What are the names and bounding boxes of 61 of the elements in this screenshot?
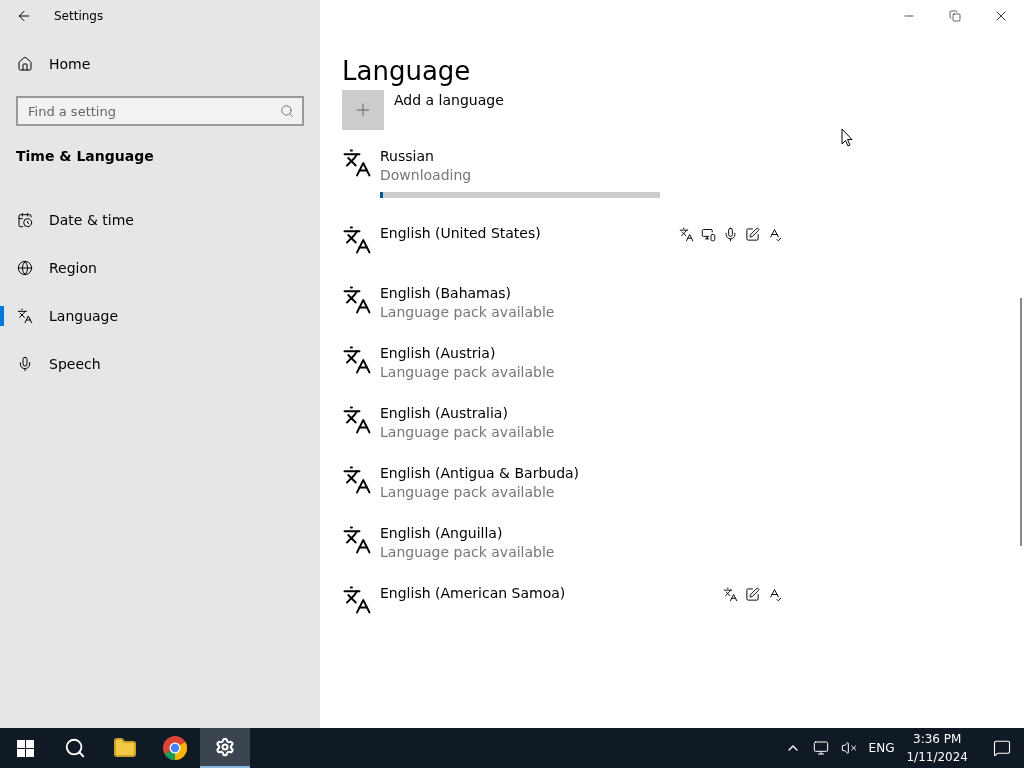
page-title: Language bbox=[342, 56, 472, 86]
back-button[interactable] bbox=[16, 8, 32, 24]
search-icon bbox=[64, 737, 86, 759]
language-icon bbox=[342, 405, 372, 435]
language-status: Language pack available bbox=[380, 424, 556, 440]
calendar-icon bbox=[17, 212, 33, 228]
language-name[interactable]: English (American Samoa) bbox=[380, 585, 715, 601]
sidebar-item[interactable]: Language bbox=[0, 292, 320, 340]
folder-icon bbox=[113, 736, 137, 760]
section-title: Time & Language bbox=[15, 147, 155, 166]
language-icon bbox=[17, 308, 33, 324]
search-field[interactable]: Find a setting bbox=[16, 96, 304, 126]
spell-check-icon bbox=[767, 227, 782, 242]
windows-logo-icon bbox=[16, 739, 34, 757]
language-status: Downloading bbox=[380, 167, 473, 183]
scrollbar[interactable] bbox=[1020, 298, 1022, 546]
sidebar-item[interactable]: Date & time bbox=[0, 196, 320, 244]
language-name[interactable]: English (United States) bbox=[380, 225, 671, 241]
browser-icon bbox=[163, 736, 187, 760]
message-icon bbox=[993, 739, 1011, 757]
home-icon bbox=[17, 56, 33, 72]
language-icon bbox=[342, 465, 372, 495]
language-name[interactable]: English (Anguilla) bbox=[380, 525, 782, 541]
pen-icon bbox=[745, 587, 760, 602]
window-title: Settings bbox=[54, 9, 104, 23]
sidebar-item[interactable]: Region bbox=[0, 244, 320, 292]
language-name[interactable]: English (Austria) bbox=[380, 345, 782, 361]
add-language-label[interactable]: Add a language bbox=[394, 90, 504, 130]
language-icon bbox=[342, 225, 372, 255]
language-status: Language pack available bbox=[380, 484, 556, 500]
settings-icon bbox=[215, 737, 235, 757]
language-icon bbox=[342, 345, 372, 375]
language-status: Language pack available bbox=[380, 364, 556, 380]
input-language[interactable]: ENG bbox=[868, 741, 895, 755]
language-icon bbox=[723, 587, 738, 602]
language-name[interactable]: English (Australia) bbox=[380, 405, 782, 421]
language-name[interactable]: English (Antigua & Barbuda) bbox=[380, 465, 782, 481]
pointer-icon bbox=[841, 128, 853, 147]
language-name[interactable]: Russian bbox=[380, 148, 782, 164]
search-icon bbox=[280, 104, 294, 118]
sidebar-item[interactable]: Speech bbox=[0, 340, 320, 388]
language-name[interactable]: English (Bahamas) bbox=[380, 285, 782, 301]
language-icon bbox=[342, 148, 372, 178]
globe-icon bbox=[17, 260, 33, 276]
home-link[interactable]: Home bbox=[0, 40, 320, 88]
muted-speaker-icon bbox=[840, 740, 857, 756]
language-status: Language pack available bbox=[380, 544, 556, 560]
taskbar-button[interactable] bbox=[200, 728, 250, 768]
display-icon bbox=[701, 227, 716, 242]
pen-icon bbox=[745, 227, 760, 242]
language-status: Language pack available bbox=[380, 304, 556, 320]
language-icon bbox=[342, 525, 372, 555]
microphone-icon bbox=[723, 227, 738, 242]
spell-check-icon bbox=[767, 587, 782, 602]
microphone-icon bbox=[17, 356, 33, 372]
restore-icon bbox=[949, 10, 961, 22]
network-icon bbox=[812, 740, 829, 756]
clock[interactable]: 3:36 PM 1/11/2024 bbox=[906, 730, 968, 766]
language-icon bbox=[679, 227, 694, 242]
language-icon bbox=[342, 585, 372, 615]
language-icon bbox=[342, 285, 372, 315]
